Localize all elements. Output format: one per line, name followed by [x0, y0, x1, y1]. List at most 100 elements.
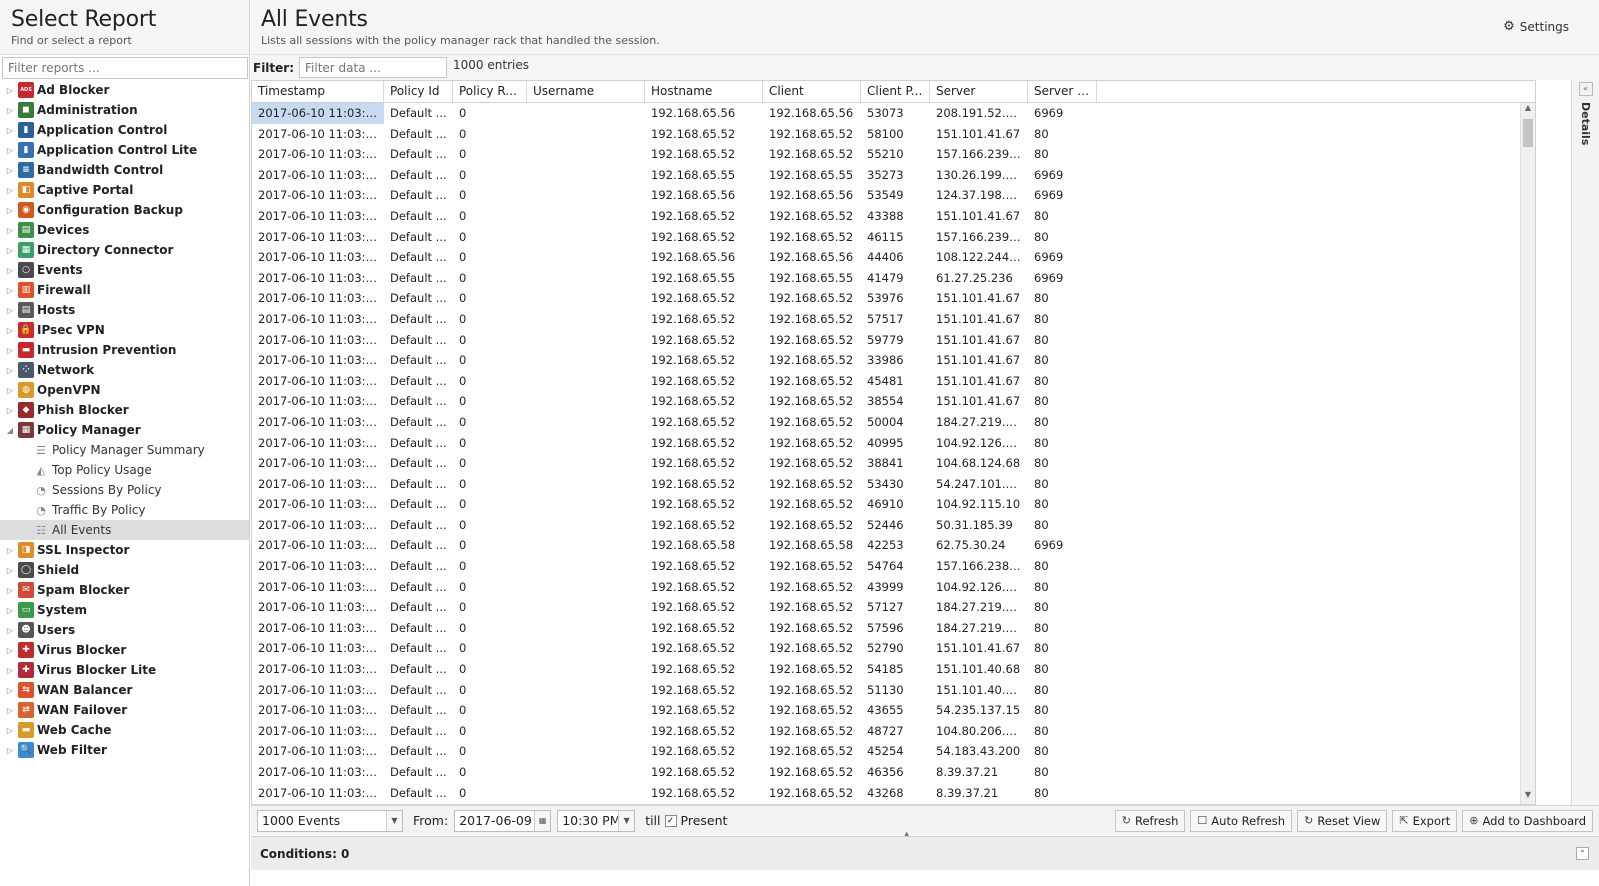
- tree-item-policy-manager[interactable]: ◢ ▦ Policy Manager: [0, 420, 249, 440]
- tree-item-administration[interactable]: ▷ ◼ Administration: [0, 100, 249, 120]
- collapsed-arrow-icon[interactable]: ▷: [5, 586, 15, 595]
- table-row[interactable]: 2017-06-10 11:03:5... Default ... 0 192.168…: [252, 515, 1535, 536]
- refresh-button[interactable]: ↻ Refresh: [1114, 809, 1186, 832]
- collapsed-arrow-icon[interactable]: ▷: [5, 186, 15, 195]
- tree-subitem[interactable]: ◭ Top Policy Usage: [0, 460, 249, 480]
- table-row[interactable]: 2017-06-10 11:03:5... Default ... 0 192.168…: [252, 350, 1535, 371]
- tree-item-application-control-lite[interactable]: ▷ ▮ Application Control Lite: [0, 140, 249, 160]
- table-row[interactable]: 2017-06-10 11:03:5... Default ... 0 192.168…: [252, 227, 1535, 248]
- expand-icon[interactable]: ⌃: [1576, 847, 1589, 860]
- tree-item-openvpn[interactable]: ▷ ◍ OpenVPN: [0, 380, 249, 400]
- table-row[interactable]: 2017-06-10 11:03:5... Default ... 0 192.168…: [252, 638, 1535, 659]
- tree-item-virus-blocker-lite[interactable]: ▷ ✚ Virus Blocker Lite: [0, 660, 249, 680]
- tree-item-application-control[interactable]: ▷ ▮ Application Control: [0, 120, 249, 140]
- collapsed-arrow-icon[interactable]: ▷: [5, 386, 15, 395]
- table-row[interactable]: 2017-06-10 11:03:5... Default ... 0 192.168…: [252, 103, 1535, 124]
- scroll-up-icon[interactable]: ▲: [1521, 103, 1535, 117]
- table-row[interactable]: 2017-06-10 11:03:5... Default ... 0 192.168…: [252, 124, 1535, 145]
- table-row[interactable]: 2017-06-10 11:03:5... Default ... 0 192.168…: [252, 618, 1535, 639]
- table-row[interactable]: 2017-06-10 11:03:5... Default ... 0 192.168…: [252, 535, 1535, 556]
- table-row[interactable]: 2017-06-10 11:03:5... Default ... 0 192.168…: [252, 371, 1535, 392]
- settings-button[interactable]: ⚙ Settings: [1503, 19, 1569, 34]
- collapsed-arrow-icon[interactable]: ▷: [5, 246, 15, 255]
- table-row[interactable]: 2017-06-10 11:03:4... Default ... 0 192.168…: [252, 762, 1535, 783]
- table-row[interactable]: 2017-06-10 11:03:5... Default ... 0 192.168…: [252, 330, 1535, 351]
- tree-item-directory-connector[interactable]: ▷ ▦ Directory Connector: [0, 240, 249, 260]
- tree-item-events[interactable]: ▷ ○ Events: [0, 260, 249, 280]
- collapsed-arrow-icon[interactable]: ▷: [5, 106, 15, 115]
- tree-item-users[interactable]: ▷ ☻ Users: [0, 620, 249, 640]
- table-row[interactable]: 2017-06-10 11:03:5... Default ... 0 192.168…: [252, 206, 1535, 227]
- collapsed-arrow-icon[interactable]: ▷: [5, 86, 15, 95]
- collapsed-arrow-icon[interactable]: ▷: [5, 706, 15, 715]
- table-row[interactable]: 2017-06-10 11:03:5... Default ... 0 192.168…: [252, 556, 1535, 577]
- column-header[interactable]: Server: [930, 81, 1028, 102]
- scroll-thumb[interactable]: [1523, 119, 1533, 147]
- table-row[interactable]: 2017-06-10 11:03:5... Default ... 0 192.168…: [252, 268, 1535, 289]
- collapsed-arrow-icon[interactable]: ▷: [5, 746, 15, 755]
- present-checkbox[interactable]: ✓: [664, 814, 677, 827]
- collapsed-arrow-icon[interactable]: ▷: [5, 646, 15, 655]
- tree-subitem[interactable]: ☰ Policy Manager Summary: [0, 440, 249, 460]
- from-time-field[interactable]: 10:30 PM ▼: [557, 809, 636, 832]
- collapsed-arrow-icon[interactable]: ▷: [5, 306, 15, 315]
- tree-subitem[interactable]: ☷ All Events: [0, 520, 249, 540]
- column-header[interactable]: Username: [527, 81, 645, 102]
- collapsed-arrow-icon[interactable]: ▷: [5, 406, 15, 415]
- tree-item-spam-blocker[interactable]: ▷ ✉ Spam Blocker: [0, 580, 249, 600]
- tree-item-wan-balancer[interactable]: ▷ ⇆ WAN Balancer: [0, 680, 249, 700]
- tree-item-web-cache[interactable]: ▷ ▬ Web Cache: [0, 720, 249, 740]
- tree-subitem[interactable]: ◔ Sessions By Policy: [0, 480, 249, 500]
- table-row[interactable]: 2017-06-10 11:03:5... Default ... 0 192.168…: [252, 597, 1535, 618]
- auto-refresh-button[interactable]: ☐ Auto Refresh: [1190, 809, 1293, 832]
- collapsed-arrow-icon[interactable]: ▷: [5, 546, 15, 555]
- tree-item-wan-failover[interactable]: ▷ ⇄ WAN Failover: [0, 700, 249, 720]
- tree-item-ipsec-vpn[interactable]: ▷ 🔒 IPsec VPN: [0, 320, 249, 340]
- collapsed-arrow-icon[interactable]: ▷: [5, 626, 15, 635]
- collapsed-arrow-icon[interactable]: ▷: [5, 666, 15, 675]
- tree-item-hosts[interactable]: ▷ ▤ Hosts: [0, 300, 249, 320]
- details-panel-tab[interactable]: « Details: [1571, 80, 1599, 805]
- table-row[interactable]: 2017-06-10 11:03:5... Default ... 0 192.168…: [252, 577, 1535, 598]
- collapsed-arrow-icon[interactable]: ▷: [5, 286, 15, 295]
- tree-item-intrusion-prevention[interactable]: ▷ ▬ Intrusion Prevention: [0, 340, 249, 360]
- table-row[interactable]: 2017-06-10 11:03:5... Default ... 0 192.168…: [252, 494, 1535, 515]
- collapsed-arrow-icon[interactable]: ▷: [5, 126, 15, 135]
- column-header[interactable]: Policy Id: [384, 81, 453, 102]
- grid-scrollbar[interactable]: ▲ ▼: [1520, 103, 1535, 804]
- table-row[interactable]: 2017-06-10 11:03:5... Default ... 0 192.168…: [252, 474, 1535, 495]
- tree-item-network[interactable]: ▷ ⁘ Network: [0, 360, 249, 380]
- column-header[interactable]: Hostname: [645, 81, 763, 102]
- tree-item-ad-blocker[interactable]: ▷ ADS Ad Blocker: [0, 80, 249, 100]
- table-row[interactable]: 2017-06-10 11:03:5... Default ... 0 192.168…: [252, 721, 1535, 742]
- column-header[interactable]: Client: [763, 81, 861, 102]
- table-row[interactable]: 2017-06-10 11:03:5... Default ... 0 192.168…: [252, 680, 1535, 701]
- table-row[interactable]: 2017-06-10 11:03:5... Default ... 0 192.168…: [252, 309, 1535, 330]
- collapsed-arrow-icon[interactable]: ▷: [5, 206, 15, 215]
- collapsed-arrow-icon[interactable]: ▷: [5, 146, 15, 155]
- table-row[interactable]: 2017-06-10 11:03:5... Default ... 0 192.168…: [252, 185, 1535, 206]
- collapse-icon[interactable]: «: [1578, 82, 1593, 96]
- table-row[interactable]: 2017-06-10 11:03:4... Default ... 0 192.168…: [252, 783, 1535, 804]
- collapsed-arrow-icon[interactable]: ▷: [5, 326, 15, 335]
- collapsed-arrow-icon[interactable]: ▷: [5, 166, 15, 175]
- export-button[interactable]: ⇱ Export: [1392, 809, 1458, 832]
- tree-subitem[interactable]: ◔ Traffic By Policy: [0, 500, 249, 520]
- table-row[interactable]: 2017-06-10 11:03:5... Default ... 0 192.168…: [252, 412, 1535, 433]
- tree-item-system[interactable]: ▷ ▭ System: [0, 600, 249, 620]
- collapsed-arrow-icon[interactable]: ▷: [5, 606, 15, 615]
- tree-item-captive-portal[interactable]: ▷ ◧ Captive Portal: [0, 180, 249, 200]
- column-header[interactable]: Server P...: [1028, 81, 1097, 102]
- collapsed-arrow-icon[interactable]: ▷: [5, 686, 15, 695]
- table-row[interactable]: 2017-06-10 11:03:5... Default ... 0 192.168…: [252, 741, 1535, 762]
- table-row[interactable]: 2017-06-10 11:03:5... Default ... 0 192.168…: [252, 453, 1535, 474]
- tree-item-ssl-inspector[interactable]: ▷ ◨ SSL Inspector: [0, 540, 249, 560]
- table-row[interactable]: 2017-06-10 11:03:5... Default ... 0 192.168…: [252, 659, 1535, 680]
- table-row[interactable]: 2017-06-10 11:03:5... Default ... 0 192.168…: [252, 391, 1535, 412]
- reset-view-button[interactable]: ↻ Reset View: [1297, 809, 1388, 832]
- collapsed-arrow-icon[interactable]: ▷: [5, 726, 15, 735]
- tree-item-firewall[interactable]: ▷ ▥ Firewall: [0, 280, 249, 300]
- table-row[interactable]: 2017-06-10 11:03:5... Default ... 0 192.168…: [252, 433, 1535, 454]
- tree-item-configuration-backup[interactable]: ▷ ◉ Configuration Backup: [0, 200, 249, 220]
- table-row[interactable]: 2017-06-10 11:03:5... Default ... 0 192.168…: [252, 165, 1535, 186]
